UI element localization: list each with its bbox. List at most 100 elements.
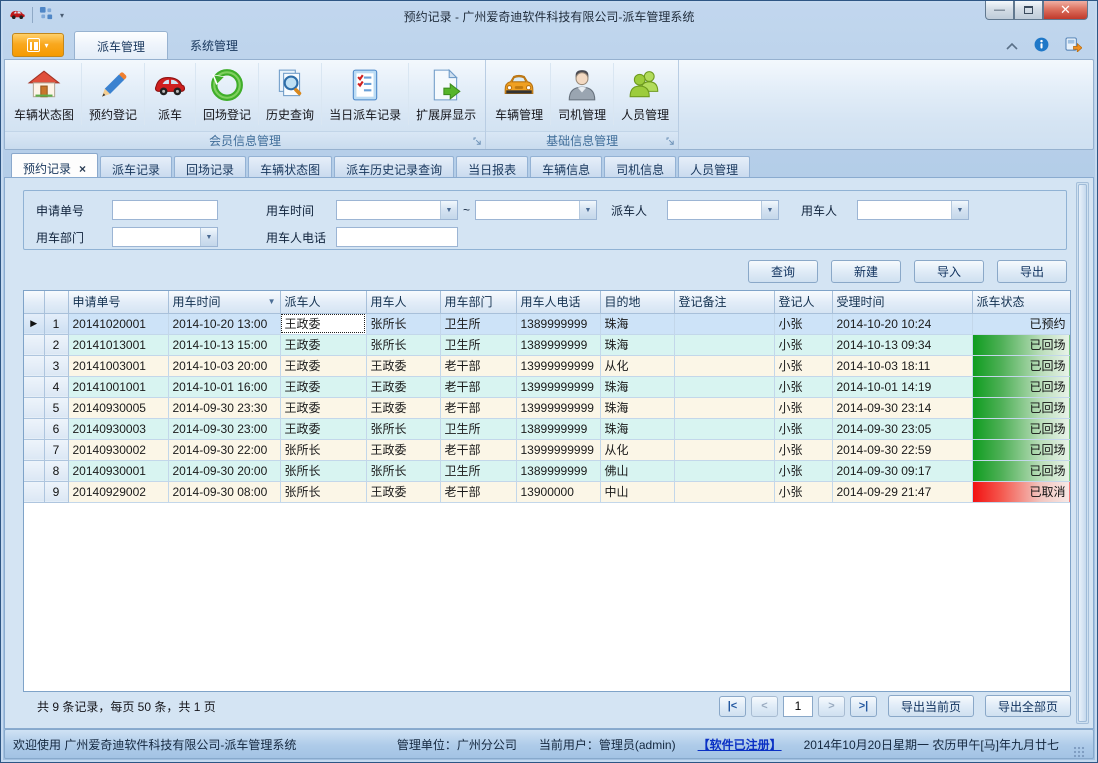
column-header-user-phone[interactable]: 用车人电话 [516,291,600,313]
cell-department[interactable]: 卫生所 [440,334,516,355]
export-all-pages-button[interactable]: 导出全部页 [985,695,1071,717]
cell-register-note[interactable] [674,460,774,481]
cell-apply-no[interactable]: 20140930005 [68,397,168,418]
cell-user-phone[interactable]: 13999999999 [516,439,600,460]
ribbon-tab-dispatch-manage[interactable]: 派车管理 [74,31,168,59]
cell-register-note[interactable] [674,481,774,502]
cell-user[interactable]: 张所长 [366,460,440,481]
cell-register-note[interactable] [674,439,774,460]
application-menu-button[interactable]: ▾ [12,33,64,57]
cell-apply-no[interactable]: 20141013001 [68,334,168,355]
cell-dispatcher[interactable]: 王政委 [280,397,366,418]
cell-department[interactable]: 老干部 [440,397,516,418]
cell-accept-time[interactable]: 2014-09-30 23:05 [832,418,972,439]
table-row[interactable]: 9201409290022014-09-30 08:00张所长王政委老干部139… [24,481,1070,502]
cell-register-note[interactable] [674,355,774,376]
cell-user-phone[interactable]: 1389999999 [516,460,600,481]
cell-dispatcher[interactable]: 张所长 [280,439,366,460]
close-button[interactable]: ✕ [1043,1,1088,20]
cell-registrant[interactable]: 小张 [774,376,832,397]
license-registered-link[interactable]: 【软件已注册】 [698,736,782,753]
cell-apply-no[interactable]: 20141003001 [68,355,168,376]
cell-user[interactable]: 张所长 [366,418,440,439]
doc-tab-dispatch-history-query[interactable]: 派车历史记录查询 [334,156,454,178]
vertical-scrollbar[interactable] [1076,182,1089,724]
cell-use-time[interactable]: 2014-10-20 13:00 [168,313,280,334]
cell-department[interactable]: 卫生所 [440,460,516,481]
cell-user[interactable]: 张所长 [366,334,440,355]
column-header-department[interactable]: 用车部门 [440,291,516,313]
last-page-button[interactable]: >| [850,696,877,717]
cell-destination[interactable]: 珠海 [600,313,674,334]
dialog-launcher-icon[interactable] [473,137,482,146]
export-button[interactable]: 导出 [997,260,1067,283]
cell-registrant[interactable]: 小张 [774,481,832,502]
cell-accept-time[interactable]: 2014-10-03 18:11 [832,355,972,376]
scrollbar-thumb[interactable] [1078,184,1087,722]
dispatcher-combo[interactable]: ▼ [667,200,779,220]
cell-dispatcher[interactable]: 王政委 [280,313,366,334]
cell-apply-no[interactable]: 20141001001 [68,376,168,397]
resize-grip[interactable] [1073,746,1085,758]
cell-use-time[interactable]: 2014-09-30 23:30 [168,397,280,418]
cell-user[interactable]: 王政委 [366,355,440,376]
chevron-down-icon[interactable]: ▼ [579,201,596,219]
column-header-user[interactable]: 用车人 [366,291,440,313]
cell-destination[interactable]: 珠海 [600,334,674,355]
table-row[interactable]: ▶1201410200012014-10-20 13:00王政委张所长卫生所13… [24,313,1070,334]
minimize-button[interactable]: — [985,1,1014,20]
cell-destination[interactable]: 佛山 [600,460,674,481]
cell-destination[interactable]: 珠海 [600,397,674,418]
table-row[interactable]: 7201409300022014-09-30 22:00张所长王政委老干部139… [24,439,1070,460]
cell-register-note[interactable] [674,334,774,355]
cell-registrant[interactable]: 小张 [774,355,832,376]
cell-user[interactable]: 王政委 [366,397,440,418]
column-header-registrant[interactable]: 登记人 [774,291,832,313]
cell-registrant[interactable]: 小张 [774,313,832,334]
cell-accept-time[interactable]: 2014-10-20 10:24 [832,313,972,334]
column-header-register-note[interactable]: 登记备注 [674,291,774,313]
cell-dispatcher[interactable]: 王政委 [280,355,366,376]
return-register-button[interactable]: 回场登记 [196,63,259,125]
column-header-apply-no[interactable]: 申请单号 [68,291,168,313]
cell-dispatcher[interactable]: 张所长 [280,481,366,502]
cell-use-time[interactable]: 2014-10-13 15:00 [168,334,280,355]
cell-destination[interactable]: 从化 [600,439,674,460]
cell-department[interactable]: 老干部 [440,376,516,397]
cell-dispatcher[interactable]: 王政委 [280,376,366,397]
department-combo[interactable]: ▼ [112,227,218,247]
use-time-from-combo[interactable]: ▼ [336,200,458,220]
cell-use-time[interactable]: 2014-09-30 23:00 [168,418,280,439]
cell-user-phone[interactable]: 1389999999 [516,334,600,355]
table-row[interactable]: 8201409300012014-09-30 20:00张所长张所长卫生所138… [24,460,1070,481]
quick-access-layout-icon[interactable] [39,6,54,24]
export-current-page-button[interactable]: 导出当前页 [888,695,974,717]
dispatch-button[interactable]: 派车 [145,63,196,125]
doc-tab-driver-info[interactable]: 司机信息 [604,156,676,178]
cell-use-time[interactable]: 2014-09-30 22:00 [168,439,280,460]
cell-accept-time[interactable]: 2014-09-30 09:17 [832,460,972,481]
driver-manage-button[interactable]: 司机管理 [551,63,614,125]
table-row[interactable]: 6201409300032014-09-30 23:00王政委张所长卫生所138… [24,418,1070,439]
cell-accept-time[interactable]: 2014-10-13 09:34 [832,334,972,355]
first-page-button[interactable]: |< [719,696,746,717]
cell-user[interactable]: 王政委 [366,376,440,397]
reservation-register-button[interactable]: 预约登记 [82,63,145,125]
doc-tab-vehicle-info[interactable]: 车辆信息 [530,156,602,178]
column-header-dispatch-status[interactable]: 派车状态 [972,291,1070,313]
page-number-input[interactable] [783,696,813,717]
collapse-ribbon-icon[interactable] [1006,39,1018,53]
cell-destination[interactable]: 珠海 [600,418,674,439]
dialog-launcher-icon[interactable] [666,137,675,146]
cell-accept-time[interactable]: 2014-09-30 22:59 [832,439,972,460]
chevron-down-icon[interactable]: ▼ [951,201,968,219]
table-row[interactable]: 4201410010012014-10-01 16:00王政委王政委老干部139… [24,376,1070,397]
doc-tab-vehicle-status-map[interactable]: 车辆状态图 [248,156,332,178]
logout-icon[interactable] [1065,37,1082,55]
cell-apply-no[interactable]: 20140930001 [68,460,168,481]
cell-department[interactable]: 老干部 [440,439,516,460]
cell-department[interactable]: 老干部 [440,355,516,376]
apply-no-input[interactable] [112,200,218,220]
cell-dispatcher[interactable]: 王政委 [280,418,366,439]
chevron-down-icon[interactable]: ▼ [200,228,217,246]
